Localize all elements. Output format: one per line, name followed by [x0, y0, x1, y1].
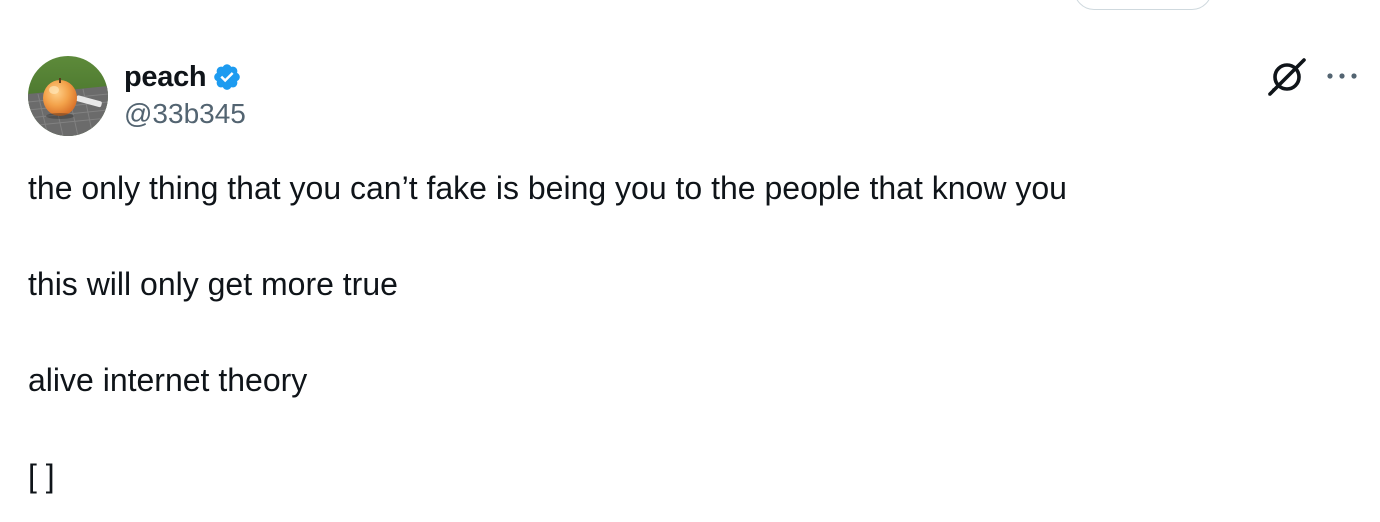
author-name-row[interactable]: peach — [124, 58, 242, 96]
tweet-line: the only thing that you can’t fake is be… — [28, 170, 1067, 206]
author-display-name[interactable]: peach — [124, 61, 207, 94]
avatar[interactable] — [28, 56, 108, 136]
peach-photo-avatar-icon — [28, 56, 108, 136]
follow-button-partial[interactable] — [1074, 0, 1212, 10]
grok-icon[interactable] — [1266, 56, 1308, 98]
tweet-line: [ ] — [28, 458, 55, 494]
author-handle[interactable]: @33b345 — [124, 98, 246, 130]
tweet-line: this will only get more true — [28, 266, 398, 302]
more-options-icon[interactable] — [1322, 64, 1362, 88]
verified-badge-icon[interactable] — [212, 62, 242, 92]
tweet-line: alive internet theory — [28, 362, 308, 398]
tweet-text: the only thing that you can’t fake is be… — [28, 168, 1348, 496]
